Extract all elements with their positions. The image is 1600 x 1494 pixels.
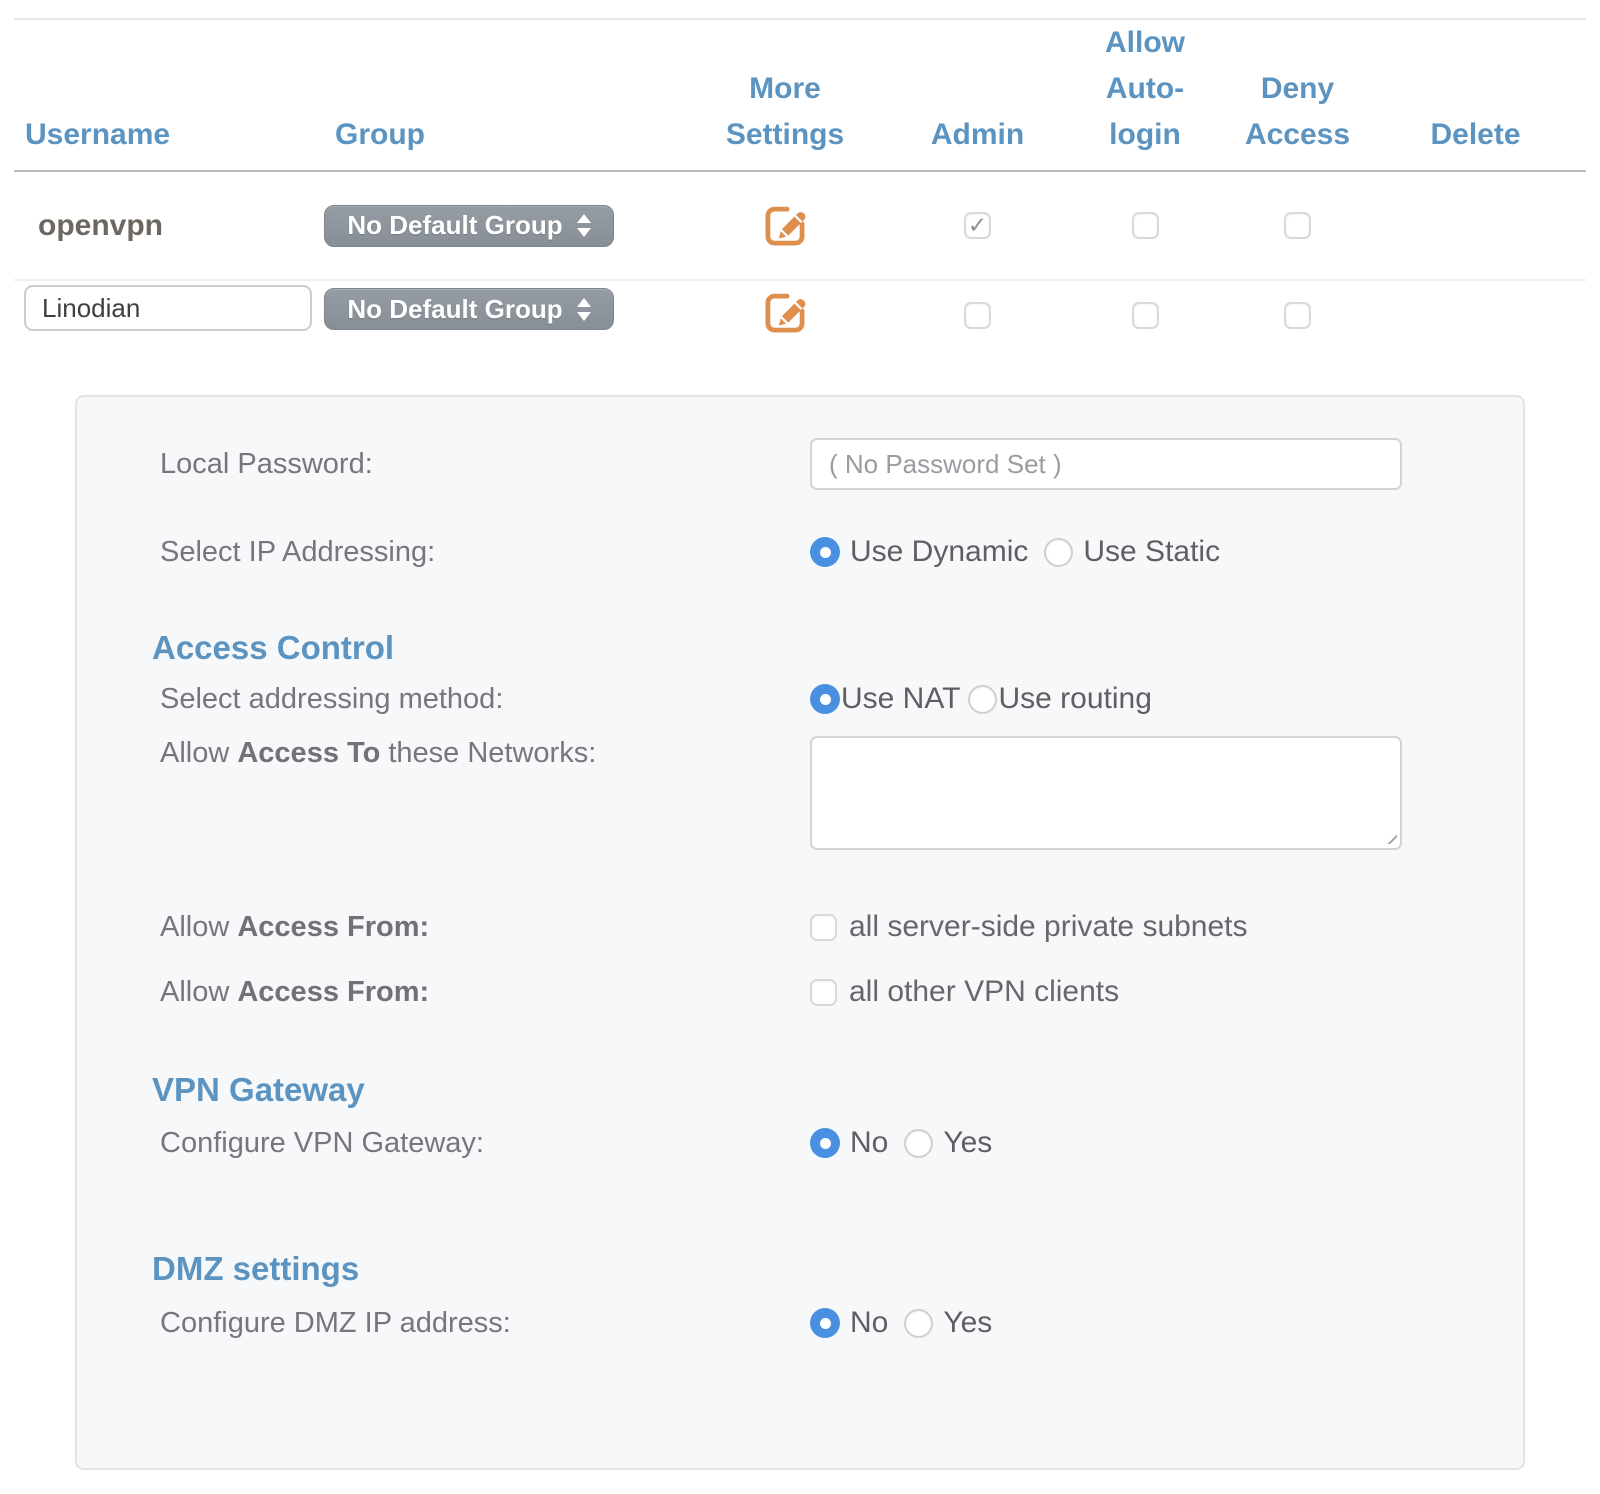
edit-pencil-icon bbox=[760, 201, 810, 251]
use-nat-radio[interactable] bbox=[810, 684, 840, 714]
table-row: openvpn No Default Group ✓ bbox=[14, 172, 1586, 281]
col-header-auto-login: Allow Auto- login bbox=[1085, 20, 1205, 171]
use-dynamic-radio[interactable] bbox=[810, 537, 840, 567]
access-to-networks-label: Allow Access To these Networks: bbox=[77, 736, 810, 770]
vpn-gateway-yes-radio[interactable] bbox=[904, 1129, 933, 1158]
checkmark-icon: ✓ bbox=[968, 212, 987, 239]
local-password-label: Local Password: bbox=[77, 447, 810, 481]
group-select-value: No Default Group bbox=[347, 294, 562, 325]
deny-access-checkbox[interactable] bbox=[1284, 212, 1311, 239]
user-permissions-table: Username Group More Settings Admin Allow… bbox=[14, 18, 1586, 381]
deny-access-checkbox[interactable] bbox=[1284, 302, 1311, 329]
use-routing-radio[interactable] bbox=[968, 685, 997, 714]
use-static-radio[interactable] bbox=[1044, 538, 1073, 567]
access-from-label: Allow Access From: bbox=[77, 910, 810, 944]
use-nat-label: Use NAT bbox=[841, 682, 960, 716]
other-vpn-clients-label: all other VPN clients bbox=[849, 975, 1119, 1009]
user-settings-panel: Local Password: Select IP Addressing: Us… bbox=[75, 395, 1525, 1470]
use-routing-label: Use routing bbox=[998, 682, 1151, 716]
more-settings-edit-button[interactable] bbox=[760, 201, 810, 251]
more-settings-edit-button[interactable] bbox=[760, 288, 810, 338]
col-header-admin: Admin bbox=[870, 112, 1085, 171]
ip-addressing-row: Select IP Addressing: Use Dynamic Use St… bbox=[77, 535, 1523, 569]
edit-pencil-icon bbox=[760, 288, 810, 338]
configure-vpn-gateway-label: Configure VPN Gateway: bbox=[77, 1126, 810, 1160]
admin-checkbox[interactable]: ✓ bbox=[964, 212, 991, 239]
allow-autologin-checkbox[interactable] bbox=[1132, 212, 1159, 239]
col-header-deny-access: Deny Access bbox=[1205, 66, 1390, 171]
configure-dmz-row: Configure DMZ IP address: No Yes bbox=[77, 1306, 1523, 1340]
group-select[interactable]: No Default Group bbox=[324, 205, 614, 247]
server-side-subnets-label: all server-side private subnets bbox=[849, 910, 1248, 944]
local-password-row: Local Password: bbox=[77, 438, 1523, 490]
dmz-yes-radio[interactable] bbox=[904, 1309, 933, 1338]
configure-dmz-label: Configure DMZ IP address: bbox=[77, 1306, 810, 1340]
use-static-label: Use Static bbox=[1083, 535, 1220, 569]
vpn-gateway-no-radio[interactable] bbox=[810, 1128, 840, 1158]
local-password-input[interactable] bbox=[810, 438, 1402, 490]
access-to-networks-row: Allow Access To these Networks: bbox=[77, 736, 1523, 850]
col-header-delete: Delete bbox=[1390, 112, 1586, 171]
group-select[interactable]: No Default Group bbox=[324, 288, 614, 330]
addressing-method-label: Select addressing method: bbox=[77, 682, 810, 716]
use-dynamic-label: Use Dynamic bbox=[850, 535, 1028, 569]
table-row: No Default Group bbox=[14, 281, 1586, 381]
dmz-no-radio[interactable] bbox=[810, 1308, 840, 1338]
vpn-gateway-yes-label: Yes bbox=[943, 1126, 992, 1160]
vpn-gateway-no-label: No bbox=[850, 1126, 888, 1160]
dmz-settings-heading: DMZ settings bbox=[77, 1250, 1523, 1288]
username-text: openvpn bbox=[14, 209, 163, 242]
vpn-gateway-heading: VPN Gateway bbox=[77, 1071, 1523, 1109]
ip-addressing-label: Select IP Addressing: bbox=[77, 535, 810, 569]
access-from-subnets-row: Allow Access From: all server-side priva… bbox=[77, 910, 1523, 944]
username-input[interactable] bbox=[24, 285, 312, 331]
dmz-no-label: No bbox=[850, 1306, 888, 1340]
access-control-heading: Access Control bbox=[77, 629, 1523, 667]
allow-autologin-checkbox[interactable] bbox=[1132, 302, 1159, 329]
configure-vpn-gateway-row: Configure VPN Gateway: No Yes bbox=[77, 1126, 1523, 1160]
access-networks-textarea[interactable] bbox=[810, 736, 1402, 850]
access-from-label: Allow Access From: bbox=[77, 975, 810, 1009]
select-arrows-icon bbox=[577, 214, 591, 237]
dmz-yes-label: Yes bbox=[943, 1306, 992, 1340]
select-arrows-icon bbox=[577, 298, 591, 321]
addressing-method-row: Select addressing method: Use NAT Use ro… bbox=[77, 682, 1523, 716]
table-header: Username Group More Settings Admin Allow… bbox=[14, 20, 1586, 172]
other-vpn-clients-checkbox[interactable] bbox=[810, 979, 837, 1006]
access-from-clients-row: Allow Access From: all other VPN clients bbox=[77, 975, 1523, 1009]
col-header-more-settings: More Settings bbox=[700, 66, 870, 171]
group-select-value: No Default Group bbox=[347, 210, 562, 241]
server-side-subnets-checkbox[interactable] bbox=[810, 914, 837, 941]
admin-checkbox[interactable] bbox=[964, 302, 991, 329]
col-header-username: Username bbox=[14, 112, 324, 171]
col-header-group: Group bbox=[324, 112, 700, 171]
